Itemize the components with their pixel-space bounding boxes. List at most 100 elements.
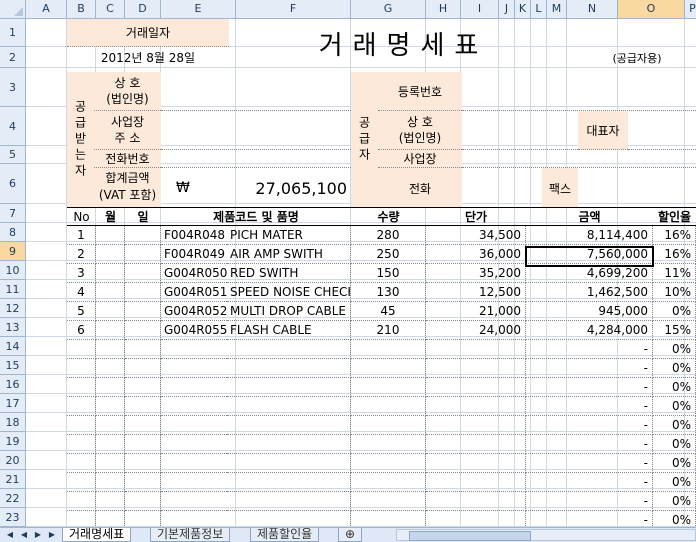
cell-amount[interactable]: - (526, 435, 653, 454)
cell-price[interactable]: 36,000 (426, 245, 526, 264)
cell-qty[interactable] (351, 378, 426, 397)
cell-code[interactable] (161, 416, 227, 435)
column-header-A[interactable]: A (26, 0, 67, 19)
cell-month[interactable] (96, 321, 125, 340)
row-header-2[interactable]: 2 (0, 47, 26, 68)
row-header-9[interactable]: 9 (0, 242, 26, 261)
cell-month[interactable] (96, 378, 125, 397)
cell-code[interactable] (161, 359, 227, 378)
cell-price[interactable] (426, 416, 526, 435)
cell-amount[interactable]: - (526, 454, 653, 473)
last-sheet-icon[interactable]: ▶ (46, 529, 58, 541)
horizontal-scrollbar[interactable] (396, 529, 696, 541)
cell-code[interactable]: G004R055 (161, 321, 227, 340)
cell-price[interactable] (426, 454, 526, 473)
cell-rate[interactable]: 16% (653, 226, 696, 245)
cell-amount[interactable]: - (526, 397, 653, 416)
cell-no[interactable] (67, 397, 96, 416)
cell-rate[interactable]: 0% (653, 454, 696, 473)
cell-day[interactable] (125, 454, 161, 473)
cell-month[interactable] (96, 511, 125, 527)
cell-code[interactable] (161, 397, 227, 416)
trade-date-value[interactable]: 2012년 8월 28일 (67, 47, 229, 68)
tab-trade-statement[interactable]: 거래명세표 (62, 528, 132, 542)
cell-amount[interactable]: - (526, 511, 653, 527)
cell-qty[interactable] (351, 359, 426, 378)
cell-day[interactable] (125, 302, 161, 321)
cell-name[interactable]: PICH MATER (227, 226, 351, 245)
cell-qty[interactable]: 45 (351, 302, 426, 321)
cell-code[interactable] (161, 473, 227, 492)
cell-code[interactable]: G004R050 (161, 264, 227, 283)
cell-code[interactable] (161, 511, 227, 527)
total-amount-value[interactable]: 27,065,100 (196, 168, 351, 208)
select-all-corner[interactable] (0, 0, 26, 19)
cell-price[interactable] (426, 511, 526, 527)
tab-discount-rate[interactable]: 제품할인율 (250, 528, 320, 542)
cell-amount[interactable]: 1,462,500 (526, 283, 653, 302)
cell-no[interactable] (67, 473, 96, 492)
cell-day[interactable] (125, 416, 161, 435)
cell-name[interactable] (227, 416, 351, 435)
cell-qty[interactable] (351, 511, 426, 527)
cell-rate[interactable]: 10% (653, 283, 696, 302)
cell-no[interactable]: 4 (67, 283, 96, 302)
cell-rate[interactable]: 0% (653, 492, 696, 511)
cell-price[interactable]: 21,000 (426, 302, 526, 321)
row-header-1[interactable]: 1 (0, 19, 26, 47)
cell-day[interactable] (125, 321, 161, 340)
cell-name[interactable] (227, 359, 351, 378)
cell-price[interactable] (426, 435, 526, 454)
cell-rate[interactable]: 0% (653, 473, 696, 492)
cell-name[interactable] (227, 340, 351, 359)
row-header-13[interactable]: 13 (0, 318, 26, 337)
prev-sheet-icon[interactable]: ◀ (18, 529, 30, 541)
cell-no[interactable] (67, 359, 96, 378)
cell-day[interactable] (125, 359, 161, 378)
cell-rate[interactable]: 0% (653, 359, 696, 378)
cell-rate[interactable]: 0% (653, 435, 696, 454)
cell-month[interactable] (96, 245, 125, 264)
cell-amount[interactable]: - (526, 473, 653, 492)
cell-rate[interactable]: 0% (653, 302, 696, 321)
row-header-19[interactable]: 19 (0, 432, 26, 451)
row-header-6[interactable]: 6 (0, 164, 26, 204)
cell-qty[interactable]: 250 (351, 245, 426, 264)
cell-qty[interactable] (351, 492, 426, 511)
cell-name[interactable]: RED SWITH (227, 264, 351, 283)
row-header-12[interactable]: 12 (0, 299, 26, 318)
cell-code[interactable]: G004R052 (161, 302, 227, 321)
cell-day[interactable] (125, 473, 161, 492)
column-header-D[interactable]: D (125, 0, 161, 19)
cell-name[interactable] (227, 397, 351, 416)
cell-month[interactable] (96, 283, 125, 302)
receiver-company-value[interactable] (161, 72, 351, 111)
column-header-O[interactable]: O (618, 0, 685, 19)
cell-code[interactable] (161, 492, 227, 511)
cell-month[interactable] (96, 435, 125, 454)
cell-amount[interactable]: - (526, 492, 653, 511)
column-header-B[interactable]: B (67, 0, 96, 19)
cell-name[interactable]: MULTI DROP CABLE (227, 302, 351, 321)
insert-sheet-icon[interactable]: ⊕ (338, 528, 362, 542)
cell-code[interactable] (161, 454, 227, 473)
row-header-4[interactable]: 4 (0, 107, 26, 146)
cell-qty[interactable] (351, 454, 426, 473)
supplier-company-value[interactable] (462, 111, 578, 150)
cell-code[interactable] (161, 435, 227, 454)
receiver-address-value[interactable] (161, 111, 351, 150)
row-header-23[interactable]: 23 (0, 508, 26, 527)
cell-no[interactable] (67, 454, 96, 473)
row-header-15[interactable]: 15 (0, 356, 26, 375)
receiver-phone-value[interactable] (161, 150, 351, 168)
cell-price[interactable] (426, 492, 526, 511)
cell-code[interactable] (161, 378, 227, 397)
cell-day[interactable] (125, 378, 161, 397)
cell-price[interactable] (426, 340, 526, 359)
cell-price[interactable] (426, 473, 526, 492)
cell-qty[interactable]: 210 (351, 321, 426, 340)
tab-product-info[interactable]: 기본제품정보 (150, 528, 231, 542)
supplier-phone-value[interactable] (462, 168, 542, 208)
cell-code[interactable]: G004R051 (161, 283, 227, 302)
cell-price[interactable]: 12,500 (426, 283, 526, 302)
